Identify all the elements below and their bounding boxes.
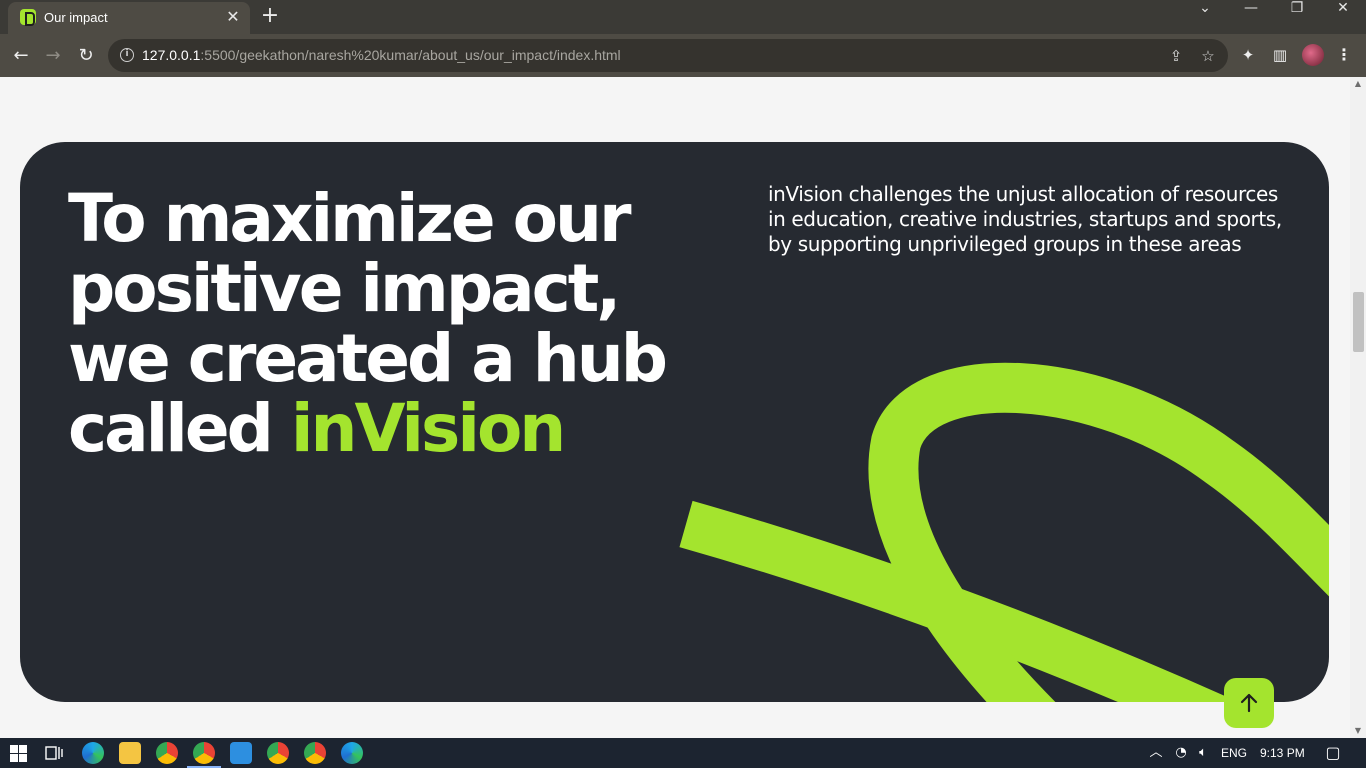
- extensions-icon[interactable]: ✦: [1237, 44, 1259, 66]
- title-bar: Our impact ✕ + ⌄ — ❐ ✕: [0, 0, 1366, 34]
- hero-heading: To maximize our positive impact, we crea…: [68, 184, 688, 464]
- task-view-icon[interactable]: [45, 745, 63, 761]
- windows-taskbar: ︿ ◔ 🔈︎ ENG 9:13 PM ▢: [0, 738, 1366, 768]
- browser-tab-active[interactable]: Our impact ✕: [8, 2, 250, 34]
- address-bar[interactable]: i 127.0.0.1:5500/geekathon/naresh%20kuma…: [108, 39, 1228, 72]
- hero-heading-line1: To maximize our: [68, 180, 632, 257]
- close-window-button[interactable]: ✕: [1320, 0, 1366, 30]
- tab-title: Our impact: [44, 10, 108, 25]
- url-text[interactable]: 127.0.0.1:5500/geekathon/naresh%20kumar/…: [142, 47, 621, 63]
- tab-close-icon[interactable]: ✕: [224, 8, 242, 26]
- back-to-top-button[interactable]: [1224, 678, 1274, 728]
- wifi-icon[interactable]: ◔: [1172, 744, 1190, 762]
- tab-search-button[interactable]: ⌄: [1182, 0, 1228, 30]
- edge-taskbar-icon[interactable]: [82, 742, 104, 764]
- restore-button[interactable]: ❐: [1274, 0, 1320, 30]
- taskbar-clock[interactable]: 9:13 PM: [1260, 746, 1305, 760]
- page-scrollbar[interactable]: ▲ ▼: [1350, 77, 1366, 738]
- chrome-active-taskbar-icon[interactable]: [193, 742, 215, 764]
- side-panel-icon[interactable]: ▥: [1269, 44, 1291, 66]
- edge-profile2-taskbar-icon[interactable]: [341, 742, 363, 764]
- profile-avatar[interactable]: [1302, 44, 1324, 66]
- vscode-taskbar-icon[interactable]: [230, 742, 252, 764]
- url-path: :5500/geekathon/naresh%20kumar/about_us/…: [200, 47, 621, 63]
- hero-heading-brand: inVision: [290, 390, 566, 467]
- browser-menu-icon[interactable]: ⋮: [1334, 44, 1354, 66]
- scroll-down-arrow-icon[interactable]: ▼: [1350, 724, 1366, 738]
- browser-toolbar: ← → ↻ i 127.0.0.1:5500/geekathon/naresh%…: [0, 34, 1366, 77]
- volume-icon[interactable]: 🔈︎: [1194, 744, 1212, 762]
- hero-heading-line3: we created a hub: [68, 320, 668, 397]
- tray-chevron-icon[interactable]: ︿: [1147, 744, 1165, 762]
- windows-start-icon[interactable]: [10, 745, 27, 762]
- hero-heading-line2: positive impact,: [68, 250, 621, 327]
- chrome-profile3-taskbar-icon[interactable]: [304, 742, 326, 764]
- back-button[interactable]: ←: [8, 43, 34, 69]
- new-tab-button[interactable]: +: [258, 4, 282, 28]
- scroll-up-arrow-icon[interactable]: ▲: [1350, 77, 1366, 91]
- page-viewport: To maximize our positive impact, we crea…: [0, 77, 1350, 738]
- notification-center-icon[interactable]: ▢: [1324, 744, 1342, 762]
- file-explorer-taskbar-icon[interactable]: [119, 742, 141, 764]
- share-icon[interactable]: ⇪: [1165, 45, 1187, 67]
- reload-button[interactable]: ↻: [73, 43, 99, 69]
- language-indicator[interactable]: ENG: [1221, 746, 1247, 760]
- arrow-up-icon: [1240, 693, 1258, 713]
- site-info-icon[interactable]: i: [120, 48, 134, 62]
- url-host: 127.0.0.1: [142, 47, 201, 63]
- hero-heading-line4: called: [68, 390, 291, 467]
- hero-description: inVision challenges the unjust allocatio…: [768, 182, 1282, 256]
- bookmark-star-icon[interactable]: ☆: [1197, 45, 1219, 67]
- minimize-button[interactable]: —: [1228, 0, 1274, 30]
- chrome-taskbar-icon[interactable]: [156, 742, 178, 764]
- scrollbar-thumb[interactable]: [1353, 292, 1364, 352]
- impact-hero-panel: To maximize our positive impact, we crea…: [20, 142, 1329, 702]
- chrome-profile2-taskbar-icon[interactable]: [267, 742, 289, 764]
- forward-button[interactable]: →: [40, 43, 66, 69]
- site-favicon-icon: [20, 9, 36, 26]
